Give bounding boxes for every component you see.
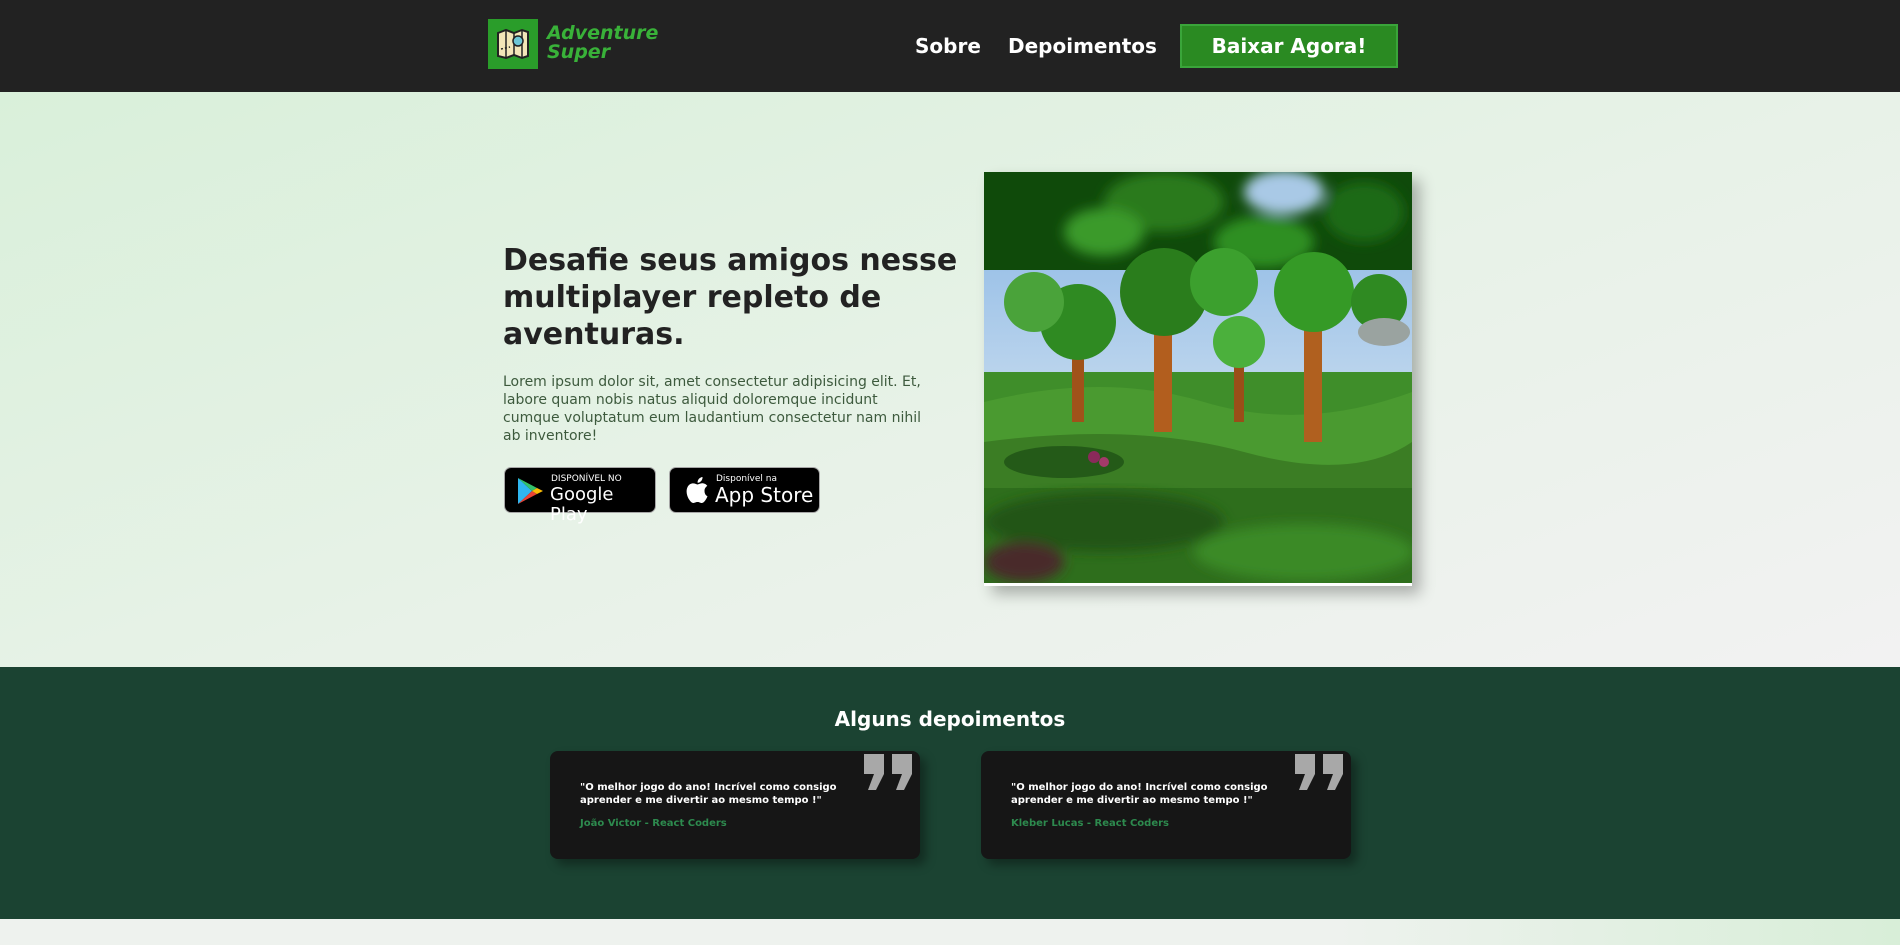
testimonials-title: Alguns depoimentos — [834, 707, 1066, 731]
site-header: Adventure Super Sobre Depoimentos Baixar… — [0, 0, 1900, 92]
logo-map-icon[interactable] — [488, 19, 538, 69]
footer-strip — [0, 919, 1900, 945]
testimonial-author: Kleber Lucas - React Coders — [1011, 818, 1169, 829]
testimonial-author: João Victor - React Coders — [580, 818, 727, 829]
nav-link-sobre[interactable]: Sobre — [915, 33, 981, 59]
apple-badge-store: App Store — [715, 483, 814, 507]
testimonial-quote: "O melhor jogo do ano! Incrível como con… — [580, 782, 837, 806]
google-badge-caption: DISPONÍVEL NO — [551, 474, 622, 484]
game-screenshot — [984, 172, 1412, 586]
logo-text[interactable]: Adventure Super — [547, 24, 658, 62]
nav-link-depoimentos[interactable]: Depoimentos — [1008, 33, 1157, 59]
testimonial-card: "O melhor jogo do ano! Incrível como con… — [550, 751, 920, 859]
testimonial-card: "O melhor jogo do ano! Incrível como con… — [981, 751, 1351, 859]
hero-description: Lorem ipsum dolor sit, amet consectetur … — [503, 374, 922, 444]
google-play-badge[interactable]: DISPONÍVEL NO Google Play — [504, 467, 656, 525]
testimonials-section: Alguns depoimentos "O melhor jogo do ano… — [0, 667, 1900, 919]
apple-icon — [686, 477, 708, 504]
hero-title: Desafie seus amigos nesse multiplayer re… — [503, 243, 958, 352]
google-badge-store: Google Play — [550, 484, 614, 525]
app-store-badge[interactable]: Disponível na App Store — [669, 467, 820, 513]
testimonial-quote: "O melhor jogo do ano! Incrível como con… — [1011, 782, 1268, 806]
google-play-icon — [518, 478, 543, 504]
download-now-button[interactable]: Baixar Agora! — [1180, 24, 1398, 68]
hero-section: Desafie seus amigos nesse multiplayer re… — [0, 92, 1900, 667]
logo-line-2: Super — [547, 41, 611, 63]
